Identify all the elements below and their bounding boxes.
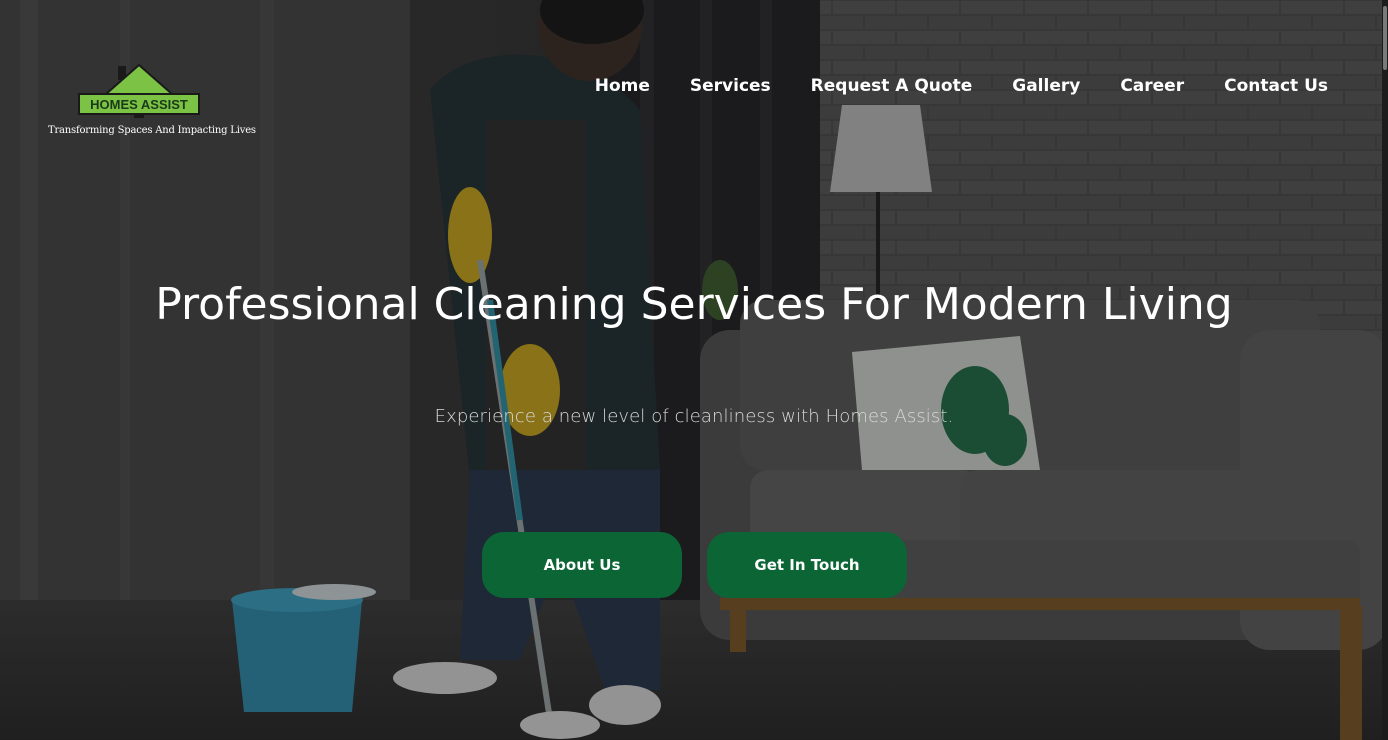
nav-item-gallery[interactable]: Gallery <box>1012 76 1080 96</box>
main-nav: Home Services Request A Quote Gallery Ca… <box>595 76 1328 96</box>
logo-text: HOMES ASSIST <box>90 97 188 112</box>
scrollbar-thumb[interactable] <box>1383 6 1387 70</box>
site-logo[interactable]: HOMES ASSIST Transforming Spaces And Imp… <box>46 62 256 142</box>
nav-item-career[interactable]: Career <box>1120 76 1184 96</box>
logo-tagline: Transforming Spaces And Impacting Lives <box>48 125 256 136</box>
hero-title: Professional Cleaning Services For Moder… <box>155 279 1233 330</box>
hero-subtitle: Experience a new level of cleanliness wi… <box>434 406 954 427</box>
page-scrollbar[interactable] <box>1382 0 1388 740</box>
nav-item-home[interactable]: Home <box>595 76 650 96</box>
nav-item-contact-us[interactable]: Contact Us <box>1224 76 1328 96</box>
about-us-button[interactable]: About Us <box>482 532 682 598</box>
get-in-touch-button[interactable]: Get In Touch <box>707 532 907 598</box>
hero-section: HOMES ASSIST Transforming Spaces And Imp… <box>0 0 1388 740</box>
nav-item-services[interactable]: Services <box>690 76 771 96</box>
nav-item-request-a-quote[interactable]: Request A Quote <box>811 76 973 96</box>
house-logo-icon: HOMES ASSIST <box>78 63 200 118</box>
